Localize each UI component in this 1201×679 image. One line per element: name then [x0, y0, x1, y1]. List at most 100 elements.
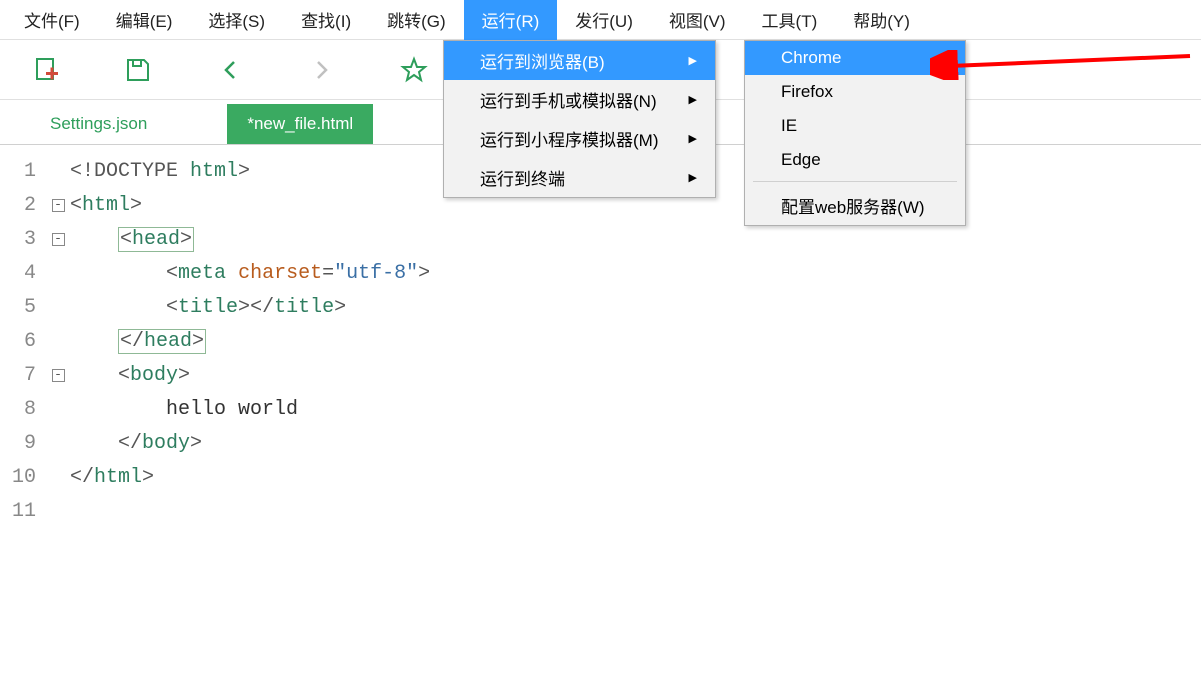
menu-item-run-to-terminal[interactable]: 运行到终端 ▶ [444, 158, 715, 197]
menu-item-label: 运行到手机或模拟器(N) [480, 87, 657, 112]
code-text: head [144, 330, 192, 353]
submenu-arrow-icon: ▶ [688, 132, 696, 145]
code-text: < [166, 262, 178, 285]
fold-toggle-icon[interactable]: - [52, 233, 65, 246]
menu-tools[interactable]: 工具(T) [744, 0, 836, 40]
fold-toggle-icon[interactable]: - [52, 199, 65, 212]
menu-item-run-to-miniapp[interactable]: 运行到小程序模拟器(M) ▶ [444, 119, 715, 158]
line-number-gutter: 1 2 3 4 5 6 7 8 9 10 11 [0, 155, 46, 529]
line-number: 8 [0, 393, 36, 427]
code-text: html [190, 160, 238, 183]
code-text: title [274, 296, 334, 319]
new-file-icon[interactable] [30, 54, 62, 86]
menu-item-label: 运行到浏览器(B) [480, 48, 605, 73]
code-text [70, 262, 166, 285]
code-text: > [142, 466, 154, 489]
tab-newfile[interactable]: *new_file.html [227, 104, 373, 144]
code-text [70, 432, 118, 455]
code-text: <!DOCTYPE [70, 160, 190, 183]
menu-goto[interactable]: 跳转(G) [369, 0, 464, 40]
code-editor[interactable]: 1 2 3 4 5 6 7 8 9 10 11 - - - <!DOCTYPE … [0, 145, 1201, 529]
back-icon[interactable] [214, 54, 246, 86]
submenu-arrow-icon: ▶ [688, 93, 696, 106]
menu-item-label: Chrome [781, 48, 841, 68]
code-text: > [190, 432, 202, 455]
code-text: </ [118, 432, 142, 455]
menu-separator [753, 181, 957, 182]
submenu-item-firefox[interactable]: Firefox [745, 75, 965, 109]
code-text: < [120, 228, 132, 251]
code-text: head [132, 228, 180, 251]
code-text: meta [178, 262, 226, 285]
code-text [70, 398, 166, 421]
line-number: 6 [0, 325, 36, 359]
code-text [70, 330, 118, 353]
run-dropdown: 运行到浏览器(B) ▶ 运行到手机或模拟器(N) ▶ 运行到小程序模拟器(M) … [443, 40, 716, 198]
browser-submenu: Chrome Firefox IE Edge 配置web服务器(W) [744, 40, 966, 226]
menu-select[interactable]: 选择(S) [190, 0, 283, 40]
tab-settings[interactable]: Settings.json [30, 104, 167, 144]
submenu-arrow-icon: ▶ [688, 171, 696, 184]
submenu-arrow-icon: ▶ [688, 54, 696, 67]
menu-item-label: 配置web服务器(W) [781, 193, 925, 218]
code-text: html [82, 194, 130, 217]
line-number: 2 [0, 189, 36, 223]
code-text: > [130, 194, 142, 217]
fold-toggle-icon[interactable]: - [52, 369, 65, 382]
code-text: > [334, 296, 346, 319]
code-text: hello world [166, 398, 298, 421]
code-text: title [178, 296, 238, 319]
code-text: body [142, 432, 190, 455]
code-text: charset [238, 262, 322, 285]
line-number: 11 [0, 495, 36, 529]
menu-release[interactable]: 发行(U) [557, 0, 651, 40]
line-number: 10 [0, 461, 36, 495]
code-text [70, 296, 166, 319]
menubar: 文件(F) 编辑(E) 选择(S) 查找(I) 跳转(G) 运行(R) 发行(U… [0, 0, 1201, 40]
menu-run[interactable]: 运行(R) [464, 0, 558, 40]
menu-item-label: Edge [781, 150, 821, 170]
code-text: < [166, 296, 178, 319]
code-text: </ [120, 330, 144, 353]
code-text: </ [70, 466, 94, 489]
code-text: > [192, 330, 204, 353]
code-text: < [70, 194, 82, 217]
fold-gutter: - - - [46, 155, 70, 529]
star-icon[interactable] [398, 54, 430, 86]
line-number: 7 [0, 359, 36, 393]
code-text: > [238, 296, 250, 319]
menu-item-label: IE [781, 116, 797, 136]
line-number: 3 [0, 223, 36, 257]
code-text: > [238, 160, 250, 183]
submenu-item-ie[interactable]: IE [745, 109, 965, 143]
menu-item-run-to-phone[interactable]: 运行到手机或模拟器(N) ▶ [444, 80, 715, 119]
code-text [226, 262, 238, 285]
submenu-item-config-webserver[interactable]: 配置web服务器(W) [745, 186, 965, 225]
line-number: 1 [0, 155, 36, 189]
code-text: = [322, 262, 334, 285]
menu-file[interactable]: 文件(F) [6, 0, 98, 40]
code-text: < [118, 364, 130, 387]
line-number: 9 [0, 427, 36, 461]
menu-view[interactable]: 视图(V) [651, 0, 744, 40]
menu-item-run-to-browser[interactable]: 运行到浏览器(B) ▶ [444, 41, 715, 80]
code-text [70, 364, 118, 387]
code-text [70, 228, 118, 251]
menu-item-label: 运行到终端 [480, 165, 565, 190]
menu-item-label: 运行到小程序模拟器(M) [480, 126, 658, 151]
forward-icon[interactable] [306, 54, 338, 86]
code-text: </ [250, 296, 274, 319]
menu-edit[interactable]: 编辑(E) [98, 0, 191, 40]
submenu-item-edge[interactable]: Edge [745, 143, 965, 177]
line-number: 5 [0, 291, 36, 325]
line-number: 4 [0, 257, 36, 291]
menu-help[interactable]: 帮助(Y) [835, 0, 928, 40]
code-text: "utf-8" [334, 262, 418, 285]
save-icon[interactable] [122, 54, 154, 86]
code-area[interactable]: <!DOCTYPE html> <html> <head> <meta char… [70, 155, 430, 529]
menu-find[interactable]: 查找(I) [283, 0, 369, 40]
submenu-item-chrome[interactable]: Chrome [745, 41, 965, 75]
code-text: > [178, 364, 190, 387]
code-text: > [180, 228, 192, 251]
menu-item-label: Firefox [781, 82, 833, 102]
